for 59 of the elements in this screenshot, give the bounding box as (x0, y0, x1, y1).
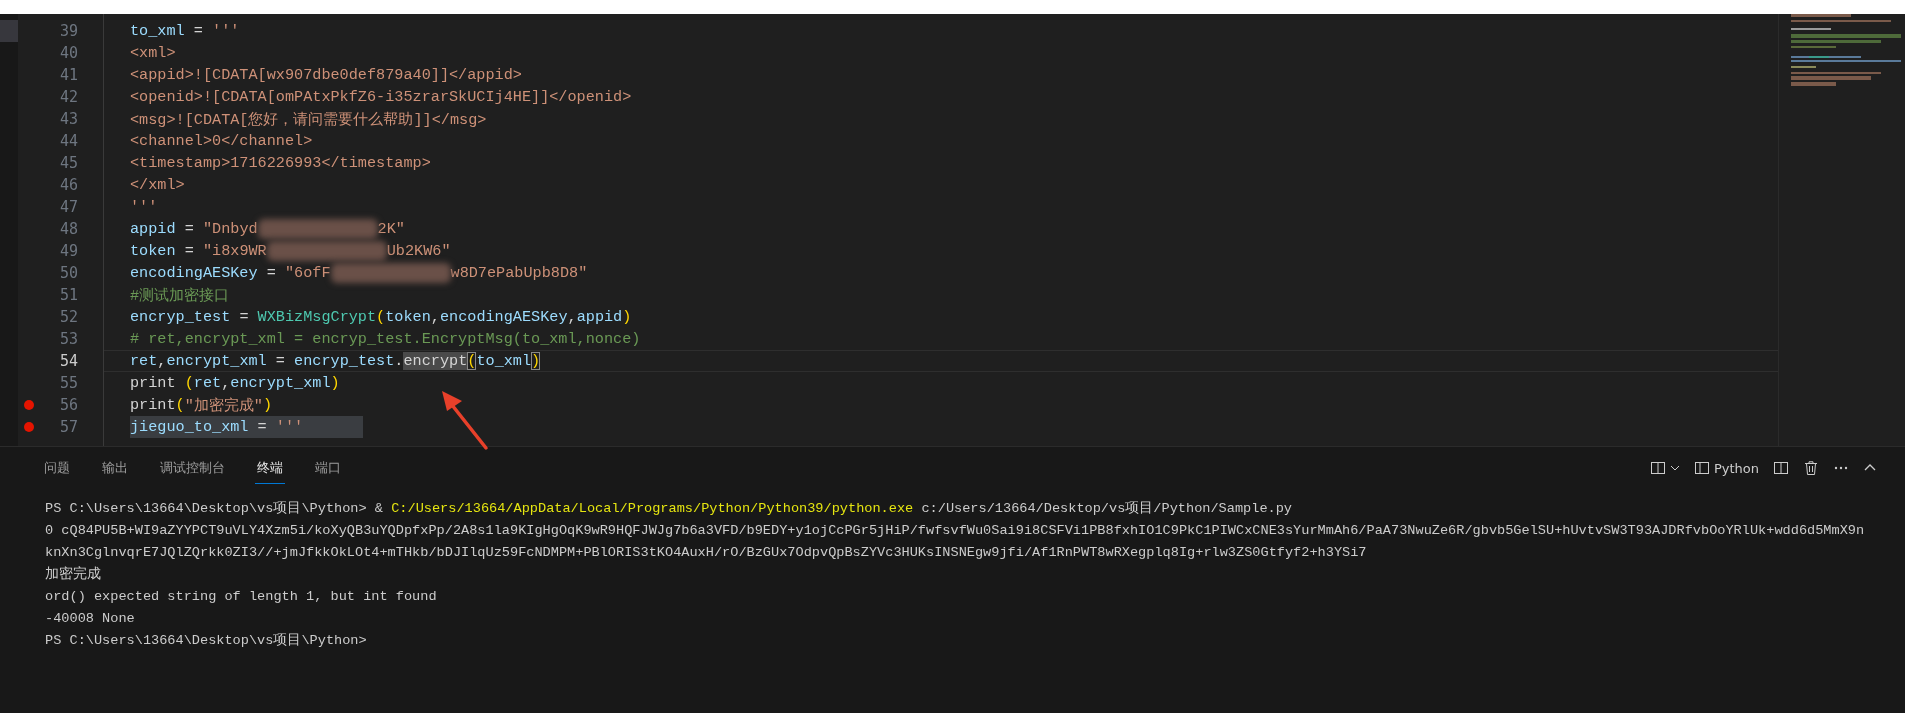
code-line: encodingAESKey = "6ofF w8D7ePabUpb8D8" (130, 262, 588, 284)
line-number: 53 (59, 330, 78, 348)
code-line: token = "i8x9WR Ub2KW6" (130, 240, 451, 262)
line-number: 50 (59, 264, 78, 282)
line-number: 54 (59, 352, 78, 370)
panel-tab[interactable]: 调试控制台 (158, 452, 227, 484)
code-line: <timestamp>1716226993</timestamp> (130, 153, 431, 174)
code-line: </xml> (130, 175, 185, 196)
line-number: 55 (59, 374, 78, 392)
line-number: 43 (59, 110, 78, 128)
line-number: 45 (59, 154, 78, 172)
line-number: 39 (59, 22, 78, 40)
code-line: # ret,encrypt_xml = encryp_test.EncryptMsg(to_xml,nonce) (130, 329, 641, 350)
code-line: encryp_test = WXBizMsgCrypt(token,encodingAESKey,appid) (130, 307, 632, 328)
line-number: 47 (59, 198, 78, 216)
breakpoint-dot[interactable] (24, 422, 34, 432)
terminal-line: -40008 None (45, 609, 136, 628)
code-line: print (ret,encrypt_xml) (130, 373, 340, 394)
code-line: <appid>![CDATA[wx907dbe0def879a40]]</appid> (130, 65, 522, 86)
split-icon (1693, 460, 1710, 476)
breakpoint-dot[interactable] (24, 400, 34, 410)
line-number: 41 (59, 66, 78, 84)
new-terminal-button[interactable] (1649, 460, 1680, 476)
code-line: #测试加密接口 (130, 285, 230, 306)
terminal-line: 加密完成 (45, 565, 102, 584)
split-icon[interactable] (1773, 460, 1789, 476)
line-number: 40 (59, 44, 78, 62)
terminal-line: PS C:\Users\13664\Desktop\vs项目\Python> & C:/Users/13664/AppData/Local/Programs/Python/Python39/python.exe c:/Users/13664/Desktop/vs项目/Python/Sample.py (45, 499, 1294, 518)
code-line: print("加密完成") (130, 395, 273, 416)
line-number: 51 (59, 286, 78, 304)
panel-tab[interactable]: 端口 (313, 452, 343, 484)
line-number: 48 (59, 220, 78, 238)
code-line: to_xml = ''' (130, 21, 240, 42)
panel-tab[interactable]: 输出 (100, 452, 130, 484)
code-line: <openid>![CDATA[omPAtxPkfZ6-i35zrarSkUCIj4HE]]</openid> (130, 87, 632, 108)
line-number: 56 (59, 396, 78, 414)
code-line: ret,encrypt_xml = encryp_test.encrypt(to_xml) (130, 351, 541, 371)
code-line: <channel>0</channel> (130, 131, 313, 152)
panel-tab[interactable]: 终端 (255, 452, 285, 484)
active-marker (0, 20, 18, 42)
panel-tab[interactable]: 问题 (42, 452, 72, 484)
line-number: 46 (59, 176, 78, 194)
chevron-down-icon (1669, 463, 1680, 473)
trash-icon[interactable] (1803, 460, 1819, 476)
line-number: 57 (59, 418, 78, 436)
terminal-line: knXn3CglnvqrE7JQlZQrkk0ZI3//+jmJfkkOkLOt4+mTHkb/bDJIlqUz59FcNDMPM+PBlORIS3tKO4AuxH/rO/BzGUx7OdpvQpBsZYVc3HUKsINSNEgw9jfi/Af1RnPWT8wRXegplq8Ig+rlw3ZS0Gtfyf2+h3YSi7 (45, 543, 1368, 562)
terminal-line: ord() expected string of length 1, but int found (45, 587, 438, 606)
line-number: 44 (59, 132, 78, 150)
line-number: 52 (59, 308, 78, 326)
split-icon (1649, 460, 1666, 476)
code-line: <xml> (130, 43, 176, 64)
line-number: 49 (59, 242, 78, 260)
code-line: <msg>![CDATA[您好，请问需要什么帮助]]</msg> (130, 109, 487, 130)
code-line: ''' (130, 197, 158, 218)
terminal-line: 0 cQ84PU5B+WI9aZYYPCT9uVLY4Xzm5i/koXyQB3uYQDpfxPp/2A8s1la9KIgHgOqK9wR9HQFJWJg7b6a3VFD/b9EDY+y1ojCcPGr5jHiP/fwfsvfWu0Sai9i8CSFVi1PB8fxhIO1C9PkC1PIWCxCNE3sYurMmAh6/PaA73NwuZe6R/gbvb5GelSU+hUvtvSW3T93AJDRfvbOoYRlUk+wdd6d5MmX9n (45, 521, 1866, 540)
line-number: 42 (59, 88, 78, 106)
terminal-selector[interactable]: Python (1693, 460, 1759, 476)
terminal-line: PS C:\Users\13664\Desktop\vs项目\Python> (45, 632, 368, 650)
code-line: appid = "Dnbyd 2K" (130, 218, 405, 240)
